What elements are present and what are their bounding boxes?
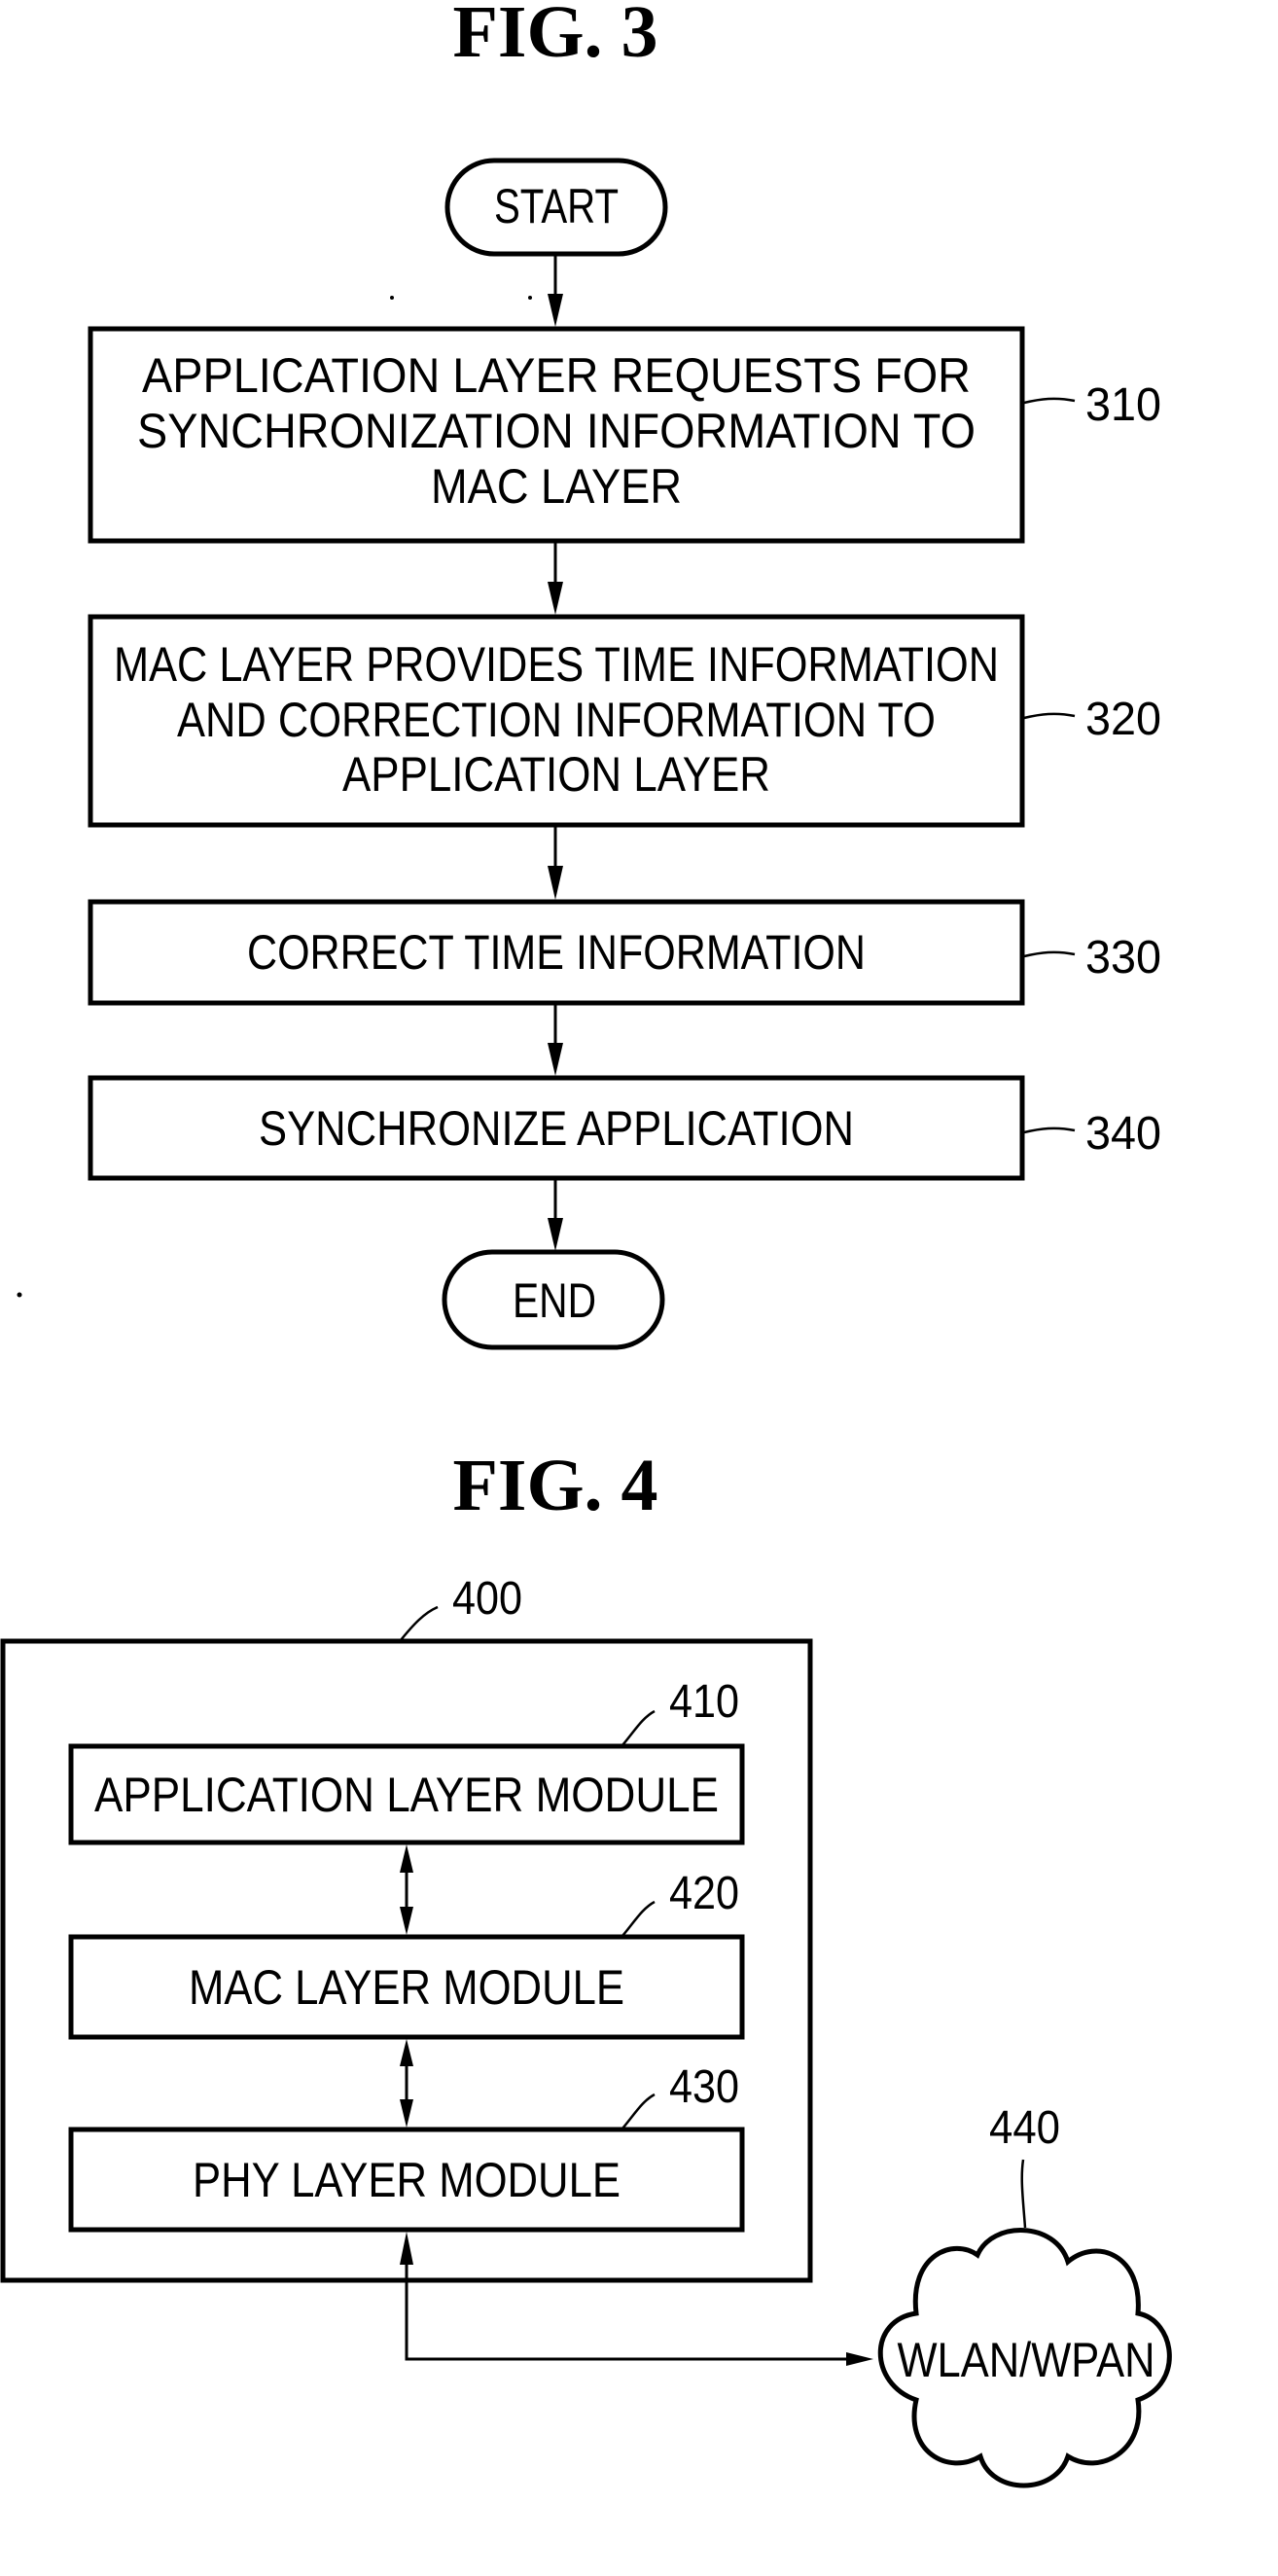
- ref-340: 340: [1085, 1108, 1161, 1160]
- figure-3: FIG. 3 START APPLICATION LAYER REQUESTS …: [17, 0, 1161, 1350]
- network-label: WLAN/WPAN: [898, 2333, 1155, 2387]
- connector-340-end: [548, 1179, 563, 1251]
- step-320-line-2: AND CORRECTION INFORMATION TO: [177, 693, 936, 747]
- connector-330-340: [548, 1004, 563, 1076]
- ref-400-leader: [400, 1605, 439, 1641]
- arrow-down-icon: [548, 294, 563, 327]
- end-label: END: [513, 1273, 596, 1328]
- ref-310: 310: [1085, 379, 1161, 431]
- connector-320-330: [548, 826, 563, 900]
- scan-speck: [528, 296, 532, 300]
- ref-400: 400: [452, 1573, 522, 1625]
- ref-320-leader: [1023, 712, 1076, 720]
- connector-310-320: [548, 542, 563, 615]
- end-terminal: END: [442, 1249, 665, 1350]
- fig4-title: FIG. 4: [452, 1445, 657, 1526]
- step-310: APPLICATION LAYER REQUESTS FOR SYNCHRONI…: [88, 326, 1161, 544]
- patent-drawing-sheet: FIG. 3 START APPLICATION LAYER REQUESTS …: [0, 0, 1172, 2488]
- ref-420: 420: [669, 1868, 739, 1919]
- start-label: START: [494, 179, 619, 233]
- connector-start-310: [548, 255, 563, 327]
- ref-320: 320: [1085, 694, 1161, 745]
- ref-430: 430: [669, 2061, 739, 2113]
- fig3-title: FIG. 3: [452, 0, 657, 73]
- ref-340-leader: [1023, 1127, 1076, 1134]
- arrow-down-icon: [548, 582, 563, 615]
- ref-440: 440: [989, 2102, 1060, 2154]
- arrow-down-icon: [548, 1218, 563, 1251]
- step-310-line-1: APPLICATION LAYER REQUESTS FOR: [142, 348, 971, 403]
- ref-310-leader: [1023, 397, 1076, 405]
- start-terminal: START: [444, 158, 668, 257]
- arrow-down-icon: [548, 866, 563, 900]
- scan-speck: [17, 1292, 22, 1298]
- ref-410: 410: [669, 1676, 739, 1728]
- ref-330: 330: [1085, 932, 1161, 984]
- arrow-right-icon: [846, 2352, 873, 2366]
- step-330: CORRECT TIME INFORMATION 330: [88, 899, 1161, 1006]
- figure-4: FIG. 4 400 APPLICATION LAYER MODULE 410 …: [0, 1445, 1172, 2488]
- scan-speck: [390, 296, 394, 300]
- step-320: MAC LAYER PROVIDES TIME INFORMATION AND …: [88, 614, 1161, 828]
- step-340-line-1: SYNCHRONIZE APPLICATION: [259, 1101, 854, 1156]
- step-320-line-1: MAC LAYER PROVIDES TIME INFORMATION: [114, 637, 999, 692]
- step-330-line-1: CORRECT TIME INFORMATION: [247, 925, 866, 980]
- module-410-label: APPLICATION LAYER MODULE: [94, 1768, 719, 1822]
- module-420-label: MAC LAYER MODULE: [189, 1960, 624, 2015]
- network-440: WLAN/WPAN 440: [877, 2102, 1172, 2488]
- ref-440-leader: [1020, 2159, 1027, 2229]
- step-320-line-3: APPLICATION LAYER: [342, 747, 770, 802]
- step-310-line-3: MAC LAYER: [431, 459, 682, 514]
- ref-330-leader: [1023, 950, 1076, 958]
- module-430-label: PHY LAYER MODULE: [193, 2153, 621, 2207]
- step-310-line-2: SYNCHRONIZATION INFORMATION TO: [137, 404, 976, 458]
- arrow-down-icon: [548, 1043, 563, 1076]
- step-340: SYNCHRONIZE APPLICATION 340: [88, 1075, 1161, 1181]
